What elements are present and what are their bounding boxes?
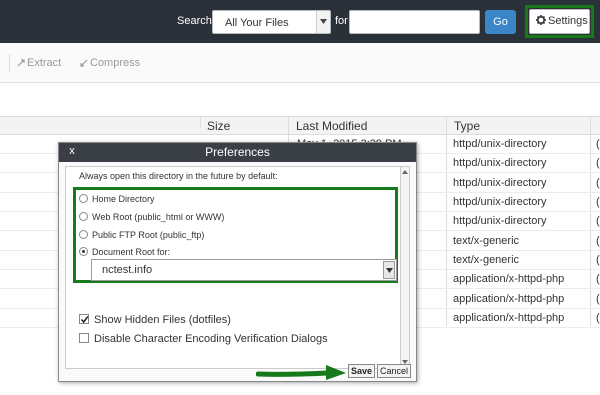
row-overflow: ( bbox=[596, 254, 600, 266]
save-button[interactable]: Save bbox=[348, 364, 375, 378]
row-overflow: ( bbox=[596, 157, 600, 169]
row-type: application/x-httpd-php bbox=[453, 273, 565, 285]
disable-encoding-option[interactable]: Disable Character Encoding Verification … bbox=[79, 333, 328, 345]
row-overflow: ( bbox=[596, 235, 600, 247]
search-scope-select[interactable]: All Your Files bbox=[212, 10, 331, 34]
radio-button-selected[interactable] bbox=[79, 247, 88, 256]
file-table-header: Size Last Modified Type bbox=[0, 116, 600, 135]
top-bar: Search All Your Files for Go Settings bbox=[0, 0, 600, 43]
search-scope-value: All Your Files bbox=[225, 17, 289, 29]
for-label: for bbox=[335, 15, 348, 27]
chevron-down-icon[interactable] bbox=[383, 261, 395, 279]
row-type: application/x-httpd-php bbox=[453, 312, 565, 324]
toolbar-divider bbox=[9, 54, 10, 72]
column-size[interactable]: Size bbox=[207, 119, 230, 133]
row-type: httpd/unix-directory bbox=[453, 157, 547, 169]
compress-icon bbox=[80, 59, 88, 67]
option-web-root[interactable]: Web Root (public_html or WWW) bbox=[79, 212, 224, 222]
dialog-title: Preferences bbox=[59, 143, 416, 162]
compress-button[interactable]: Compress bbox=[80, 57, 140, 69]
column-divider bbox=[200, 116, 201, 128]
option-label: Home Directory bbox=[92, 194, 155, 204]
dialog-scrollbar[interactable] bbox=[401, 166, 410, 369]
preferences-dialog: Preferences x Always open this directory… bbox=[58, 142, 417, 382]
default-directory-label: Always open this directory in the future… bbox=[79, 171, 278, 181]
option-home-directory[interactable]: Home Directory bbox=[79, 194, 155, 204]
row-type: httpd/unix-directory bbox=[453, 215, 547, 227]
row-type: httpd/unix-directory bbox=[453, 196, 547, 208]
chevron-down-icon[interactable] bbox=[316, 11, 330, 33]
radio-button[interactable] bbox=[79, 212, 88, 221]
checkmark-icon bbox=[80, 316, 89, 324]
column-last-modified[interactable]: Last Modified bbox=[296, 119, 367, 133]
row-overflow: ( bbox=[596, 215, 600, 227]
file-toolbar: Extract Compress bbox=[0, 43, 600, 83]
row-type: httpd/unix-directory bbox=[453, 138, 547, 150]
document-root-select[interactable]: nctest.info bbox=[91, 259, 397, 281]
document-root-value: nctest.info bbox=[102, 264, 153, 276]
close-icon[interactable]: x bbox=[65, 146, 79, 158]
row-type: httpd/unix-directory bbox=[453, 177, 547, 189]
disable-encoding-checkbox[interactable] bbox=[79, 333, 89, 343]
row-overflow: ( bbox=[596, 138, 600, 150]
row-overflow: ( bbox=[596, 177, 600, 189]
scroll-up-icon[interactable] bbox=[402, 170, 408, 174]
option-label: Public FTP Root (public_ftp) bbox=[92, 230, 205, 240]
row-overflow: ( bbox=[596, 312, 600, 324]
row-overflow: ( bbox=[596, 196, 600, 208]
row-type: application/x-httpd-php bbox=[453, 293, 565, 305]
disable-encoding-label: Disable Character Encoding Verification … bbox=[94, 333, 328, 345]
gear-icon bbox=[536, 15, 546, 25]
row-overflow: ( bbox=[596, 273, 600, 285]
cancel-button[interactable]: Cancel bbox=[377, 364, 411, 378]
extract-label: Extract bbox=[27, 57, 62, 69]
option-label: Web Root (public_html or WWW) bbox=[92, 212, 225, 222]
row-type: text/x-generic bbox=[453, 235, 520, 247]
row-overflow: ( bbox=[596, 293, 600, 305]
show-hidden-label: Show Hidden Files (dotfiles) bbox=[94, 314, 231, 326]
dialog-body: Always open this directory in the future… bbox=[65, 166, 401, 369]
search-label: Search bbox=[177, 15, 212, 27]
settings-button[interactable]: Settings bbox=[529, 9, 590, 34]
extract-icon bbox=[17, 59, 25, 67]
go-button[interactable]: Go bbox=[485, 10, 516, 34]
row-type: text/x-generic bbox=[453, 254, 520, 266]
option-public-ftp-root[interactable]: Public FTP Root (public_ftp) bbox=[79, 230, 204, 240]
search-input[interactable] bbox=[349, 10, 480, 34]
option-label: Document Root for: bbox=[92, 247, 171, 257]
show-hidden-files-option[interactable]: Show Hidden Files (dotfiles) bbox=[79, 314, 231, 326]
settings-label: Settings bbox=[548, 15, 588, 27]
extract-button[interactable]: Extract bbox=[17, 57, 61, 69]
show-hidden-checkbox[interactable] bbox=[79, 314, 89, 324]
radio-button[interactable] bbox=[79, 230, 88, 239]
radio-button[interactable] bbox=[79, 194, 88, 203]
column-type[interactable]: Type bbox=[454, 119, 480, 133]
arrow-right-icon bbox=[256, 365, 346, 380]
option-document-root[interactable]: Document Root for: bbox=[79, 247, 170, 257]
compress-label: Compress bbox=[90, 57, 141, 69]
